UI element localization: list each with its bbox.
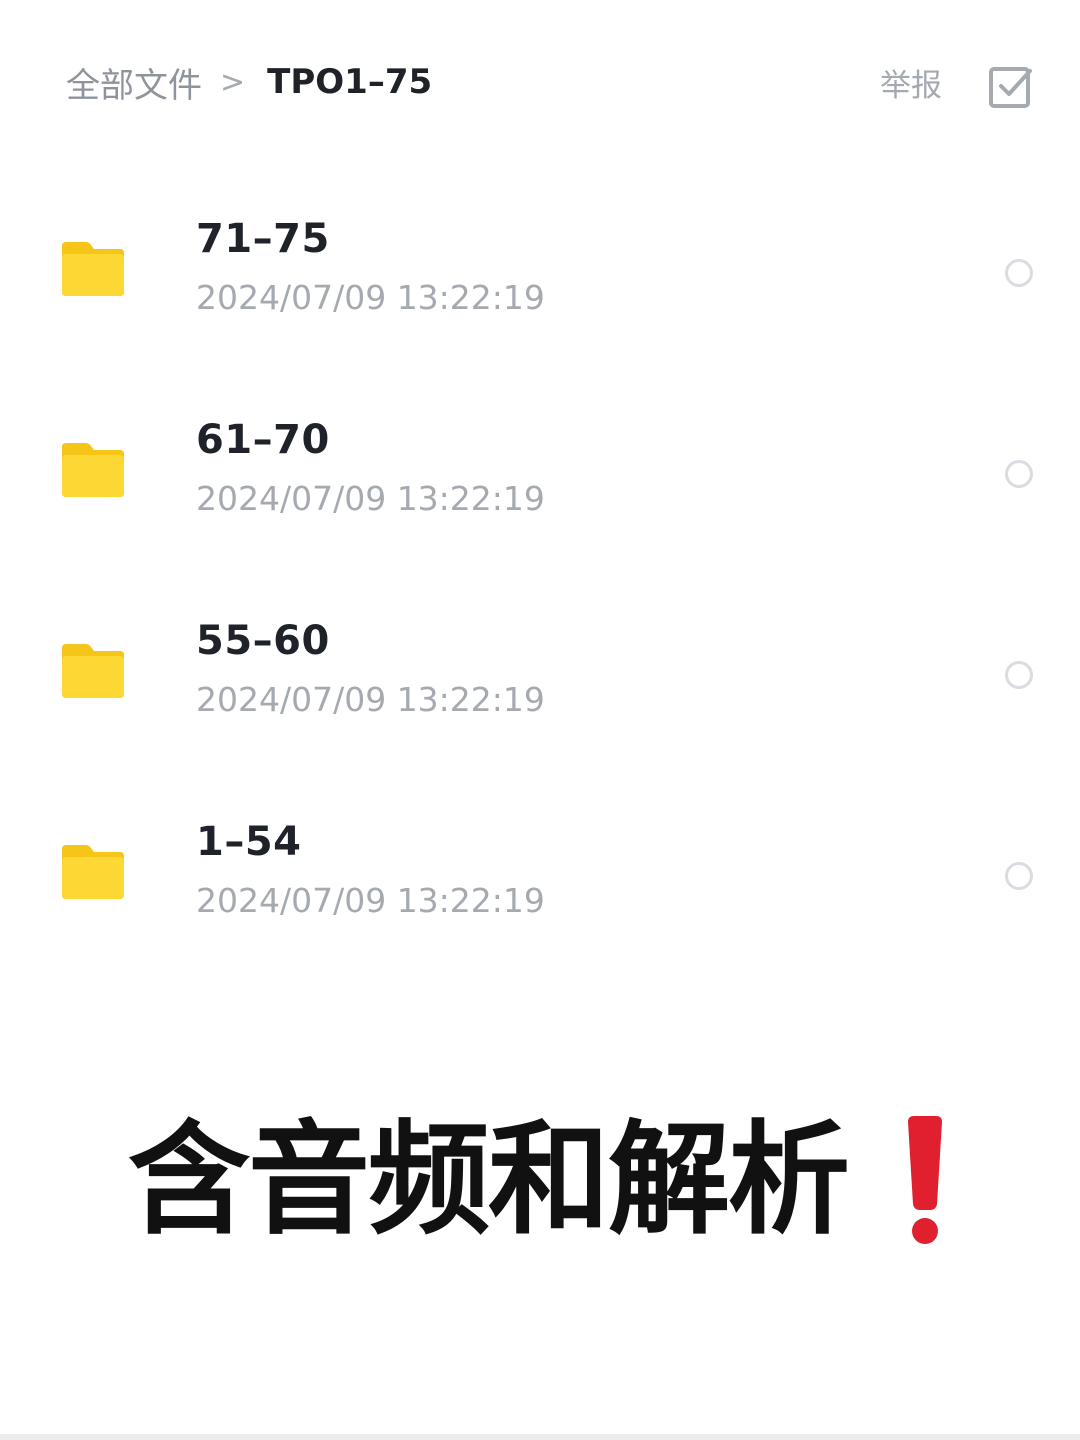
file-name: 1–54 [196, 819, 302, 865]
caption-text: 含音频和解析 [128, 1109, 850, 1251]
header-bar: 全部文件 > TPO1–75 举报 [0, 0, 1080, 160]
folder-icon [62, 443, 124, 497]
folder-icon [62, 644, 124, 698]
file-name: 55–60 [196, 618, 330, 664]
folder-icon [62, 845, 124, 899]
list-item[interactable]: 71–75 2024/07/09 13:22:19 [0, 170, 1080, 371]
overlay-caption: 含音频和解析 [128, 1110, 948, 1250]
list-item[interactable]: 55–60 2024/07/09 13:22:19 [0, 572, 1080, 773]
select-radio[interactable] [1005, 460, 1033, 488]
multi-select-button[interactable] [988, 64, 1034, 110]
list-item[interactable]: 1–54 2024/07/09 13:22:19 [0, 773, 1080, 974]
file-timestamp: 2024/07/09 13:22:19 [196, 479, 545, 518]
breadcrumb-current: TPO1–75 [267, 62, 433, 102]
folder-icon [62, 242, 124, 296]
breadcrumb-root-link[interactable]: 全部文件 [66, 58, 202, 107]
file-name: 61–70 [196, 417, 330, 463]
select-radio[interactable] [1005, 661, 1033, 689]
file-list: 71–75 2024/07/09 13:22:19 61–70 2024/07/… [0, 170, 1080, 974]
list-item[interactable]: 61–70 2024/07/09 13:22:19 [0, 371, 1080, 572]
checkbox-square-icon [989, 67, 1032, 108]
breadcrumb-separator: > [220, 64, 246, 100]
breadcrumb: 全部文件 > TPO1–75 [66, 58, 432, 106]
file-browser-screen: 全部文件 > TPO1–75 举报 71–75 2024/07/09 13:22… [0, 0, 1080, 1440]
file-timestamp: 2024/07/09 13:22:19 [196, 680, 545, 719]
report-button[interactable]: 举报 [880, 62, 942, 110]
select-radio[interactable] [1005, 259, 1033, 287]
select-radio[interactable] [1005, 862, 1033, 890]
file-name: 71–75 [196, 216, 330, 262]
file-timestamp: 2024/07/09 13:22:19 [196, 881, 545, 920]
red-exclamation-icon [908, 1116, 942, 1244]
bottom-divider [0, 1434, 1080, 1440]
file-timestamp: 2024/07/09 13:22:19 [196, 278, 545, 317]
